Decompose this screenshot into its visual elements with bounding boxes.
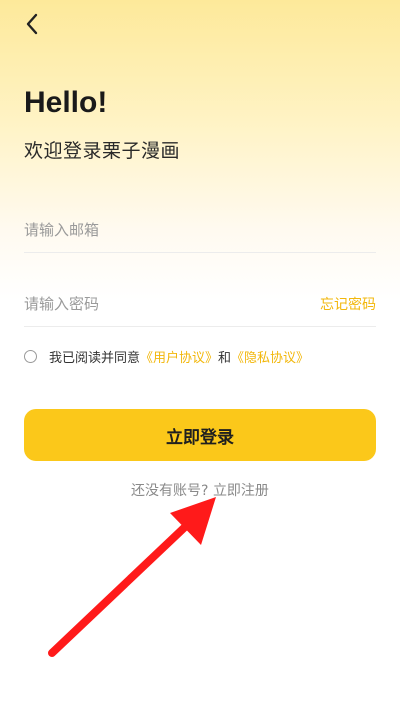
password-input[interactable] — [24, 295, 320, 313]
email-input[interactable] — [24, 221, 376, 239]
agreement-conjunction: 和 — [218, 350, 232, 366]
back-button[interactable] — [18, 10, 46, 38]
forgot-password-link[interactable]: 忘记密码 — [320, 294, 376, 314]
register-row: 还没有账号? 立即注册 — [0, 480, 400, 500]
agreement-radio[interactable] — [24, 349, 37, 363]
email-field-row — [24, 208, 376, 253]
agreement-prefix: 我已阅读并同意 — [49, 350, 141, 366]
login-button[interactable]: 立即登录 — [24, 409, 376, 461]
chevron-left-icon — [26, 13, 38, 35]
privacy-policy-link[interactable]: 《隐私协议》 — [231, 347, 309, 366]
register-link[interactable]: 立即注册 — [213, 483, 269, 499]
page-title: Hello! — [24, 86, 108, 119]
page-subtitle: 欢迎登录栗子漫画 — [24, 140, 181, 162]
user-agreement-link[interactable]: 《用户协议》 — [140, 347, 218, 366]
password-field-row: 忘记密码 — [24, 282, 376, 327]
agreement-row: 我已阅读并同意 《用户协议》 和 《隐私协议》 — [24, 345, 309, 367]
register-prompt: 还没有账号? — [131, 483, 209, 499]
